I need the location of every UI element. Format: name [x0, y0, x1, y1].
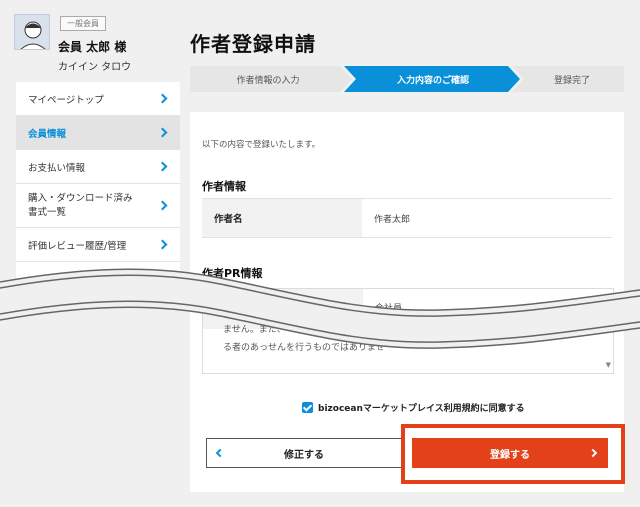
chevron-right-icon	[157, 93, 168, 103]
step-complete: 登録完了	[553, 75, 590, 86]
terms-agreement[interactable]: bizoceanマーケットプレイス利用規約に同意する	[302, 401, 525, 414]
chevron-right-icon	[157, 127, 168, 137]
scroll-down-icon[interactable]: ▼	[606, 361, 611, 369]
submit-highlight-frame	[401, 424, 625, 484]
author-name-value: 作者太郎	[374, 214, 411, 225]
author-name-row: 作者名 作者太郎	[202, 198, 612, 238]
sidebar-item-payment-info[interactable]: お支払い情報	[16, 150, 180, 184]
chevron-left-icon	[215, 448, 225, 458]
sidebar-item-label: 購入・ダウンロード済み 書式一覧	[28, 192, 133, 220]
terms-checkbox[interactable]	[302, 402, 313, 413]
step-author-input: 作者情報の入力	[236, 75, 300, 86]
edit-button[interactable]: 修正する	[206, 438, 402, 468]
step-confirm: 入力内容のご確認	[396, 75, 469, 86]
member-rank-badge: 一般会員	[60, 16, 106, 31]
intro-text: 以下の内容で登録いたします。	[202, 140, 321, 150]
sidebar-item-mypage-top[interactable]: マイページトップ	[16, 82, 180, 116]
page-title: 作者登録申請	[190, 32, 316, 56]
sidebar-item-label-line2: 書式一覧	[28, 206, 67, 218]
chevron-right-icon	[157, 161, 168, 171]
sidebar-item-purchased-documents[interactable]: 購入・ダウンロード済み 書式一覧	[16, 184, 180, 228]
chevron-right-icon	[157, 239, 168, 249]
sidebar-item-label: お支払い情報	[28, 162, 86, 174]
chevron-right-icon	[157, 200, 168, 210]
progress-steps: 作者情報の入力 入力内容のご確認 登録完了	[190, 66, 624, 92]
member-name: 会員 太郎 様	[58, 40, 127, 54]
author-name-label: 作者名	[202, 199, 362, 237]
member-profile: 一般会員 会員 太郎 様 カイイン タロウ	[14, 14, 184, 76]
sidebar-item-label-line1: 購入・ダウンロード済み	[28, 192, 133, 204]
author-info-heading: 作者情報	[202, 180, 246, 193]
page-break-wave-decoration	[0, 268, 640, 349]
sidebar-item-label: マイページトップ	[28, 94, 104, 106]
member-name-kana: カイイン タロウ	[58, 62, 132, 73]
avatar	[14, 14, 50, 50]
sidebar-item-label: 会員情報	[28, 128, 67, 140]
edit-button-label: 修正する	[284, 449, 324, 461]
sidebar-item-member-info[interactable]: 会員情報	[16, 116, 180, 150]
terms-agreement-label: bizoceanマーケットプレイス利用規約に同意する	[318, 404, 525, 414]
